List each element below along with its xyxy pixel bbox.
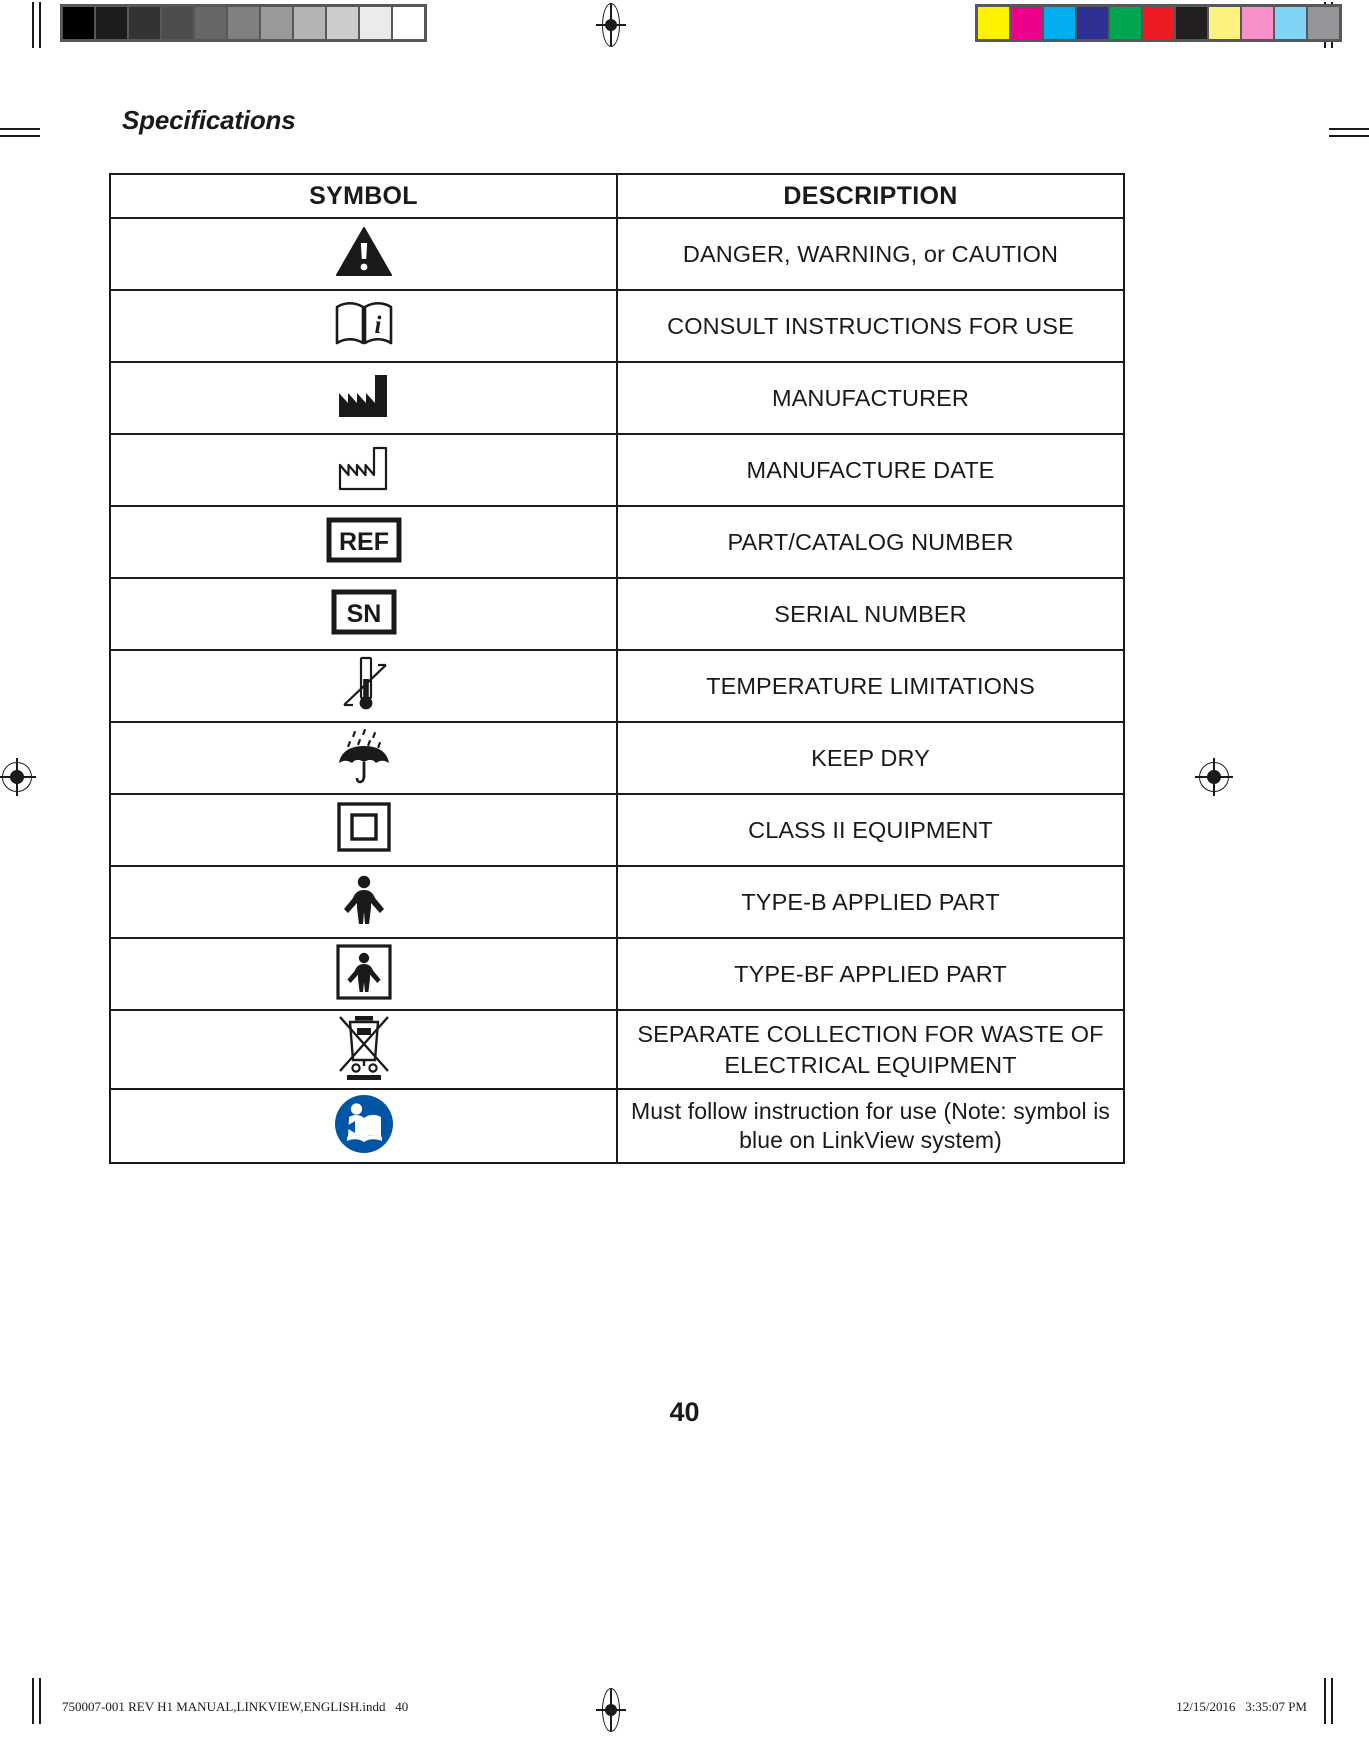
- color-swatch-red: [1143, 7, 1174, 39]
- table-row: REF PART/CATALOG NUMBER: [109, 505, 1125, 579]
- table-row: SN SERIAL NUMBER: [109, 577, 1125, 651]
- mandatory-read-instructions-icon: [333, 1093, 395, 1155]
- grayscale-calibration-bar: [60, 4, 427, 42]
- color-swatch-gray: [1308, 7, 1339, 39]
- class-two-equipment-icon: [336, 801, 392, 854]
- description-cell: KEEP DRY: [616, 721, 1125, 795]
- page-title: Specifications: [122, 105, 296, 135]
- type-bf-applied-part-icon: [335, 943, 393, 1001]
- table-row: MANUFACTURE DATE: [109, 433, 1125, 507]
- description-cell: Must follow instruction for use (Note: s…: [616, 1088, 1125, 1164]
- symbols-specification-table: SYMBOL DESCRIPTION DANGER, WARNING, or C…: [109, 173, 1125, 1164]
- symbol-cell: [109, 1009, 618, 1090]
- description-cell: TEMPERATURE LIMITATIONS: [616, 649, 1125, 723]
- ref-catalog-number-icon: REF: [326, 517, 402, 563]
- description-cell: PART/CATALOG NUMBER: [616, 505, 1125, 579]
- symbol-cell: i: [109, 289, 618, 363]
- gray-swatch: [294, 7, 325, 39]
- trim-mark-right: [1329, 128, 1369, 142]
- symbol-cell: [109, 649, 618, 723]
- page-number: 40: [669, 1397, 700, 1427]
- description-cell: TYPE-B APPLIED PART: [616, 865, 1125, 939]
- color-swatch-black: [1176, 7, 1207, 39]
- ref-label: REF: [339, 528, 389, 556]
- gray-swatch: [228, 7, 259, 39]
- registration-mark-left: [0, 758, 36, 796]
- color-swatch-blue: [1077, 7, 1108, 39]
- color-swatch-yellow: [978, 7, 1009, 39]
- table-row: Must follow instruction for use (Note: s…: [109, 1088, 1125, 1164]
- print-calibration-strip: [0, 0, 1369, 52]
- gray-swatch: [393, 7, 424, 39]
- gray-swatch: [360, 7, 391, 39]
- registration-mark-bottom: [595, 1688, 627, 1732]
- gray-swatch: [162, 7, 193, 39]
- table-row: TYPE-BF APPLIED PART: [109, 937, 1125, 1011]
- gray-swatch: [327, 7, 358, 39]
- column-header-description: DESCRIPTION: [616, 173, 1125, 219]
- symbol-cell: [109, 865, 618, 939]
- symbol-cell: [109, 1088, 618, 1164]
- symbol-cell: SN: [109, 577, 618, 651]
- color-swatch-green: [1110, 7, 1141, 39]
- symbol-cell: REF: [109, 505, 618, 579]
- color-swatch-pink: [1242, 7, 1273, 39]
- table-row: DANGER, WARNING, or CAUTION: [109, 217, 1125, 291]
- description-cell: DANGER, WARNING, or CAUTION: [616, 217, 1125, 291]
- gray-swatch: [195, 7, 226, 39]
- description-cell: CLASS II EQUIPMENT: [616, 793, 1125, 867]
- table-row: KEEP DRY: [109, 721, 1125, 795]
- registration-mark-right: [1195, 758, 1233, 796]
- gray-swatch: [63, 7, 94, 39]
- color-swatch-cyan: [1044, 7, 1075, 39]
- color-swatch-magenta: [1011, 7, 1042, 39]
- crop-mark-bottom-right: [1322, 1678, 1336, 1724]
- table-row: CLASS II EQUIPMENT: [109, 793, 1125, 867]
- weee-crossed-bin-icon: [331, 1011, 397, 1083]
- description-cell: TYPE-BF APPLIED PART: [616, 937, 1125, 1011]
- footer-timestamp: 12/15/2016 3:35:07 PM: [1176, 1699, 1307, 1714]
- sn-label: SN: [346, 600, 381, 628]
- column-header-symbol: SYMBOL: [109, 173, 618, 219]
- table-row: TEMPERATURE LIMITATIONS: [109, 649, 1125, 723]
- registration-mark-top: [595, 3, 627, 47]
- footer-file-info: 750007-001 REV H1 MANUAL,LINKVIEW,ENGLIS…: [62, 1699, 409, 1714]
- description-cell: CONSULT INSTRUCTIONS FOR USE: [616, 289, 1125, 363]
- sn-serial-number-icon: SN: [331, 589, 397, 635]
- table-row: i CONSULT INSTRUCTIONS FOR USE: [109, 289, 1125, 363]
- symbol-cell: [109, 433, 618, 507]
- gray-swatch: [96, 7, 127, 39]
- color-calibration-bar: [975, 4, 1342, 42]
- color-swatch-light-yellow: [1209, 7, 1240, 39]
- gray-swatch: [129, 7, 160, 39]
- description-cell: MANUFACTURER: [616, 361, 1125, 435]
- trim-mark-left: [0, 128, 40, 142]
- temperature-limitation-icon: [336, 655, 392, 713]
- manufacture-date-factory-icon: [335, 445, 393, 491]
- crop-mark-bottom-left: [30, 1678, 44, 1724]
- table-header-row: SYMBOL DESCRIPTION: [109, 173, 1125, 219]
- description-cell: MANUFACTURE DATE: [616, 433, 1125, 507]
- description-cell: SEPARATE COLLECTION FOR WASTE OF ELECTRI…: [616, 1009, 1125, 1090]
- table-row: SEPARATE COLLECTION FOR WASTE OF ELECTRI…: [109, 1009, 1125, 1090]
- symbol-cell: [109, 361, 618, 435]
- manufacturer-factory-icon: [335, 373, 393, 419]
- svg-text:i: i: [374, 312, 381, 339]
- table-row: TYPE-B APPLIED PART: [109, 865, 1125, 939]
- gray-swatch: [261, 7, 292, 39]
- type-b-applied-part-icon: [339, 874, 389, 926]
- symbol-cell: [109, 721, 618, 795]
- symbol-cell: [109, 937, 618, 1011]
- color-swatch-light-blue: [1275, 7, 1306, 39]
- table-row: MANUFACTURER: [109, 361, 1125, 435]
- symbol-cell: [109, 217, 618, 291]
- description-cell: SERIAL NUMBER: [616, 577, 1125, 651]
- warning-triangle-icon: [335, 226, 393, 278]
- crop-mark-top-left: [30, 2, 44, 48]
- consult-instructions-icon: i: [333, 299, 395, 349]
- symbol-cell: [109, 793, 618, 867]
- keep-dry-umbrella-icon: [333, 727, 395, 785]
